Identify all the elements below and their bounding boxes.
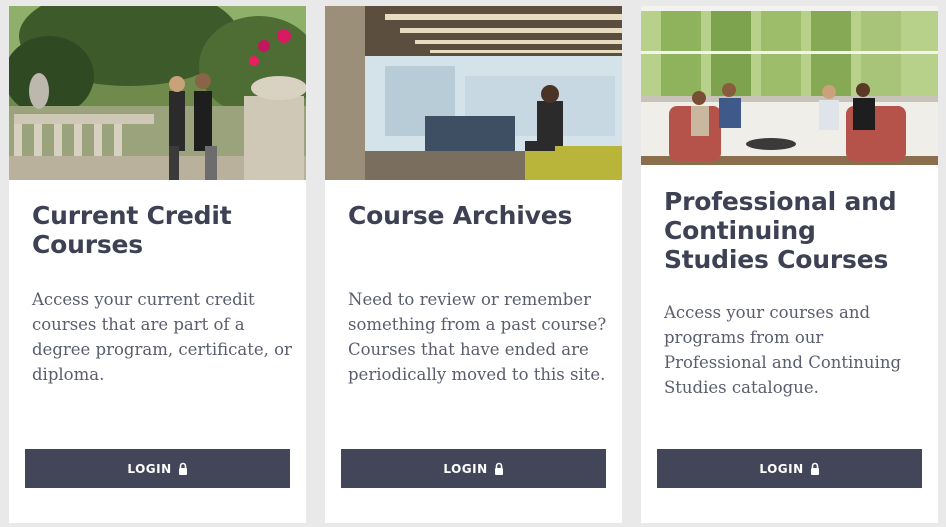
login-label: LOGIN [759, 461, 804, 476]
card-professional-continuing-studies: Professional and Continuing Studies Cour… [641, 6, 938, 523]
card-current-credit-courses: Current Credit Courses Access your curre… [9, 6, 306, 523]
card-description: Access your courses and programs from ou… [664, 303, 902, 397]
card-title: Course Archives [348, 201, 573, 230]
login-button-course-archives[interactable]: LOGIN [341, 449, 606, 488]
card-title: Professional and Continuing Studies Cour… [664, 187, 897, 274]
lock-icon [494, 462, 503, 475]
students-in-garden-photo [9, 6, 306, 180]
card-title: Current Credit Courses [32, 201, 232, 259]
login-label: LOGIN [127, 461, 172, 476]
card-description: Need to review or remember something fro… [348, 290, 607, 384]
card-description: Access your current credit courses that … [32, 290, 292, 384]
lock-icon [178, 462, 187, 475]
course-portal: Current Credit Courses Access your curre… [0, 0, 946, 527]
student-reading-in-library-photo [325, 6, 622, 180]
card-course-archives: Course Archives Need to review or rememb… [325, 6, 622, 523]
login-button-current-credit[interactable]: LOGIN [25, 449, 290, 488]
students-lounge-photo [641, 6, 938, 165]
lock-icon [810, 462, 819, 475]
login-button-professional-continuing[interactable]: LOGIN [657, 449, 922, 488]
login-label: LOGIN [443, 461, 488, 476]
